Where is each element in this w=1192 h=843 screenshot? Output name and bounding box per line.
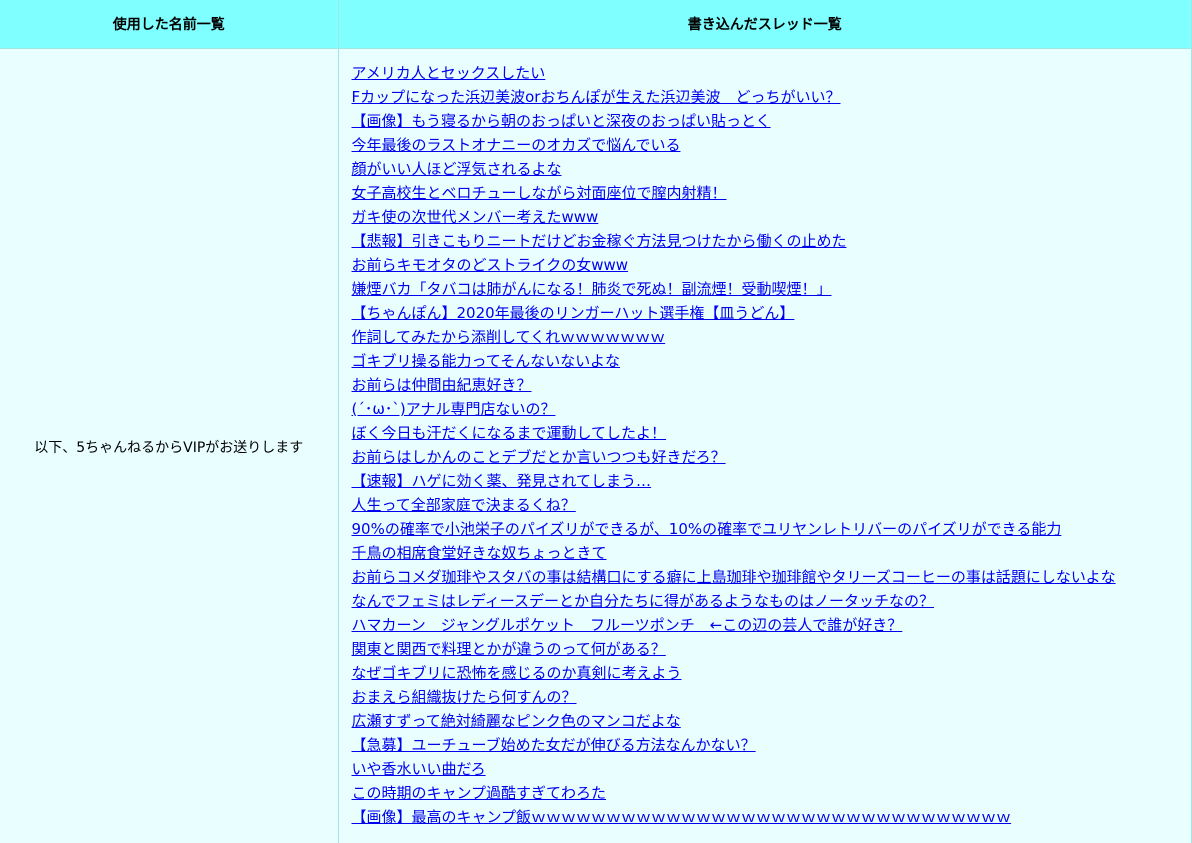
history-table: 使用した名前一覧 書き込んだスレッド一覧 以下、5ちゃんねるからVIPがお送りし… [0, 0, 1192, 843]
list-item: (´･ω･`)アナル専門店ないの？ [352, 397, 1192, 421]
thread-link[interactable]: 顔がいい人ほど浮気されるよな [352, 160, 562, 178]
content-row: 以下、5ちゃんねるからVIPがお送りします アメリカ人とセックスしたい Fカップに… [0, 48, 1192, 843]
thread-link[interactable]: Fカップになった浜辺美波orおちんぽが生えた浜辺美波 どっちがいい？ [352, 88, 841, 106]
list-item: お前らは仲間由紀恵好き？ [352, 373, 1192, 397]
list-item: 人生って全部家庭で決まるくね？ [352, 493, 1192, 517]
list-item: 顔がいい人ほど浮気されるよな [352, 157, 1192, 181]
list-item: アメリカ人とセックスしたい [352, 61, 1192, 85]
thread-link[interactable]: ぼく今日も汗だくになるまで運動してしたよ！ [352, 424, 667, 442]
thread-link[interactable]: 広瀬すずって絶対綺麗なピンク色のマンコだよな [352, 712, 681, 730]
threads-header: 書き込んだスレッド一覧 [338, 0, 1192, 49]
thread-link[interactable]: 嫌煙バカ「タバコは肺がんになる！肺炎で死ぬ！副流煙！受動喫煙！」 [352, 280, 832, 298]
list-item: 【画像】もう寝るから朝のおっぱいと深夜のおっぱい貼っとく [352, 109, 1192, 133]
list-item: お前らはしかんのことデブだとか言いつつも好きだろ？ [352, 445, 1192, 469]
list-item: 作詞してみたから添削してくれｗｗｗｗｗｗｗ [352, 325, 1192, 349]
list-item: 女子高校生とベロチューしながら対面座位で膣内射精！ [352, 181, 1192, 205]
thread-link[interactable]: 【ちゃんぽん】2020年最後のリンガーハット選手権【皿うどん】 [352, 304, 795, 322]
list-item: Fカップになった浜辺美波orおちんぽが生えた浜辺美波 どっちがいい？ [352, 85, 1192, 109]
thread-link[interactable]: いや香水いい曲だろ [352, 760, 486, 778]
list-item: ぼく今日も汗だくになるまで運動してしたよ！ [352, 421, 1192, 445]
thread-link[interactable]: ゴキブリ操る能力ってそんないないよな [352, 352, 621, 370]
thread-link[interactable]: なんでフェミはレディースデーとか自分たちに得があるようなものはノータッチなの？ [352, 592, 934, 610]
thread-link[interactable]: この時期のキャンプ過酷すぎてわろた [352, 784, 607, 802]
thread-link[interactable]: 90%の確率で小池栄子のパイズリができるが、10%の確率でユリヤンレトリバーのパ… [352, 520, 1062, 538]
list-item: お前らコメダ珈琲やスタバの事は結構口にする癖に上島珈琲や珈琲館やタリーズコーヒー… [352, 565, 1192, 589]
thread-link[interactable]: お前らキモオタのどストライクの女www [352, 256, 629, 274]
list-item: 嫌煙バカ「タバコは肺がんになる！肺炎で死ぬ！副流煙！受動喫煙！」 [352, 277, 1192, 301]
thread-list: アメリカ人とセックスしたい Fカップになった浜辺美波orおちんぽが生えた浜辺美波 … [352, 61, 1192, 829]
thread-link[interactable]: おまえら組織抜けたら何すんの？ [352, 688, 577, 706]
list-item: ゴキブリ操る能力ってそんないないよな [352, 349, 1192, 373]
names-header: 使用した名前一覧 [0, 0, 339, 49]
thread-link[interactable]: なぜゴキブリに恐怖を感じるのか真剣に考えよう [352, 664, 682, 682]
thread-link[interactable]: 【急募】ユーチューブ始めた女だが伸びる方法なんかない？ [352, 736, 756, 754]
list-item: ハマカーン ジャングルポケット フルーツポンチ ←この辺の芸人で誰が好き？ [352, 613, 1192, 637]
thread-link[interactable]: お前らはしかんのことデブだとか言いつつも好きだろ？ [352, 448, 726, 466]
list-item: いや香水いい曲だろ [352, 757, 1192, 781]
list-item: お前らキモオタのどストライクの女www [352, 253, 1192, 277]
thread-link[interactable]: 【速報】ハゲに効く薬、発見されてしまう… [352, 472, 652, 490]
list-item: 【悲報】引きこもりニートだけどお金稼ぐ方法見つけたから働くの止めた [352, 229, 1192, 253]
used-name: 以下、5ちゃんねるからVIPがお送りします [34, 439, 304, 456]
thread-link[interactable]: 関東と関西で料理とかが違うのって何がある？ [352, 640, 666, 658]
thread-link[interactable]: 千鳥の相席食堂好きな奴ちょっときて [352, 544, 607, 562]
list-item: 【速報】ハゲに効く薬、発見されてしまう… [352, 469, 1192, 493]
thread-link[interactable]: ガキ使の次世代メンバー考えたwww [352, 208, 599, 226]
thread-link[interactable]: 【画像】最高のキャンプ飯ｗｗｗｗｗｗｗｗｗｗｗｗｗｗｗｗｗｗｗｗｗｗｗｗｗｗｗｗ… [352, 808, 1012, 826]
list-item: 【ちゃんぽん】2020年最後のリンガーハット選手権【皿うどん】 [352, 301, 1192, 325]
thread-link[interactable]: 【悲報】引きこもりニートだけどお金稼ぐ方法見つけたから働くの止めた [352, 232, 847, 250]
thread-link[interactable]: 人生って全部家庭で決まるくね？ [352, 496, 576, 514]
list-item: なんでフェミはレディースデーとか自分たちに得があるようなものはノータッチなの？ [352, 589, 1192, 613]
header-row: 使用した名前一覧 書き込んだスレッド一覧 [0, 0, 1192, 49]
list-item: 90%の確率で小池栄子のパイズリができるが、10%の確率でユリヤンレトリバーのパ… [352, 517, 1192, 541]
thread-link[interactable]: 女子高校生とベロチューしながら対面座位で膣内射精！ [352, 184, 727, 202]
list-item: 【画像】最高のキャンプ飯ｗｗｗｗｗｗｗｗｗｗｗｗｗｗｗｗｗｗｗｗｗｗｗｗｗｗｗｗ… [352, 805, 1192, 829]
list-item: 【急募】ユーチューブ始めた女だが伸びる方法なんかない？ [352, 733, 1192, 757]
threads-cell: アメリカ人とセックスしたい Fカップになった浜辺美波orおちんぽが生えた浜辺美波 … [338, 48, 1192, 843]
thread-link[interactable]: 作詞してみたから添削してくれｗｗｗｗｗｗｗ [352, 328, 666, 346]
thread-link[interactable]: 【画像】もう寝るから朝のおっぱいと深夜のおっぱい貼っとく [352, 112, 771, 130]
thread-link[interactable]: アメリカ人とセックスしたい [352, 64, 546, 82]
names-cell: 以下、5ちゃんねるからVIPがお送りします [0, 48, 339, 843]
page: 使用した名前一覧 書き込んだスレッド一覧 以下、5ちゃんねるからVIPがお送りし… [0, 0, 1192, 843]
list-item: 関東と関西で料理とかが違うのって何がある？ [352, 637, 1192, 661]
list-item: 千鳥の相席食堂好きな奴ちょっときて [352, 541, 1192, 565]
list-item: ガキ使の次世代メンバー考えたwww [352, 205, 1192, 229]
list-item: なぜゴキブリに恐怖を感じるのか真剣に考えよう [352, 661, 1192, 685]
thread-link[interactable]: (´･ω･`)アナル専門店ないの？ [352, 400, 556, 418]
list-item: 広瀬すずって絶対綺麗なピンク色のマンコだよな [352, 709, 1192, 733]
thread-link[interactable]: お前らコメダ珈琲やスタバの事は結構口にする癖に上島珈琲や珈琲館やタリーズコーヒー… [352, 568, 1116, 586]
thread-link[interactable]: お前らは仲間由紀恵好き？ [352, 376, 532, 394]
list-item: おまえら組織抜けたら何すんの？ [352, 685, 1192, 709]
list-item: 今年最後のラストオナニーのオカズで悩んでいる [352, 133, 1192, 157]
thread-link[interactable]: ハマカーン ジャングルポケット フルーツポンチ ←この辺の芸人で誰が好き？ [352, 616, 903, 634]
list-item: この時期のキャンプ過酷すぎてわろた [352, 781, 1192, 805]
thread-link[interactable]: 今年最後のラストオナニーのオカズで悩んでいる [352, 136, 681, 154]
